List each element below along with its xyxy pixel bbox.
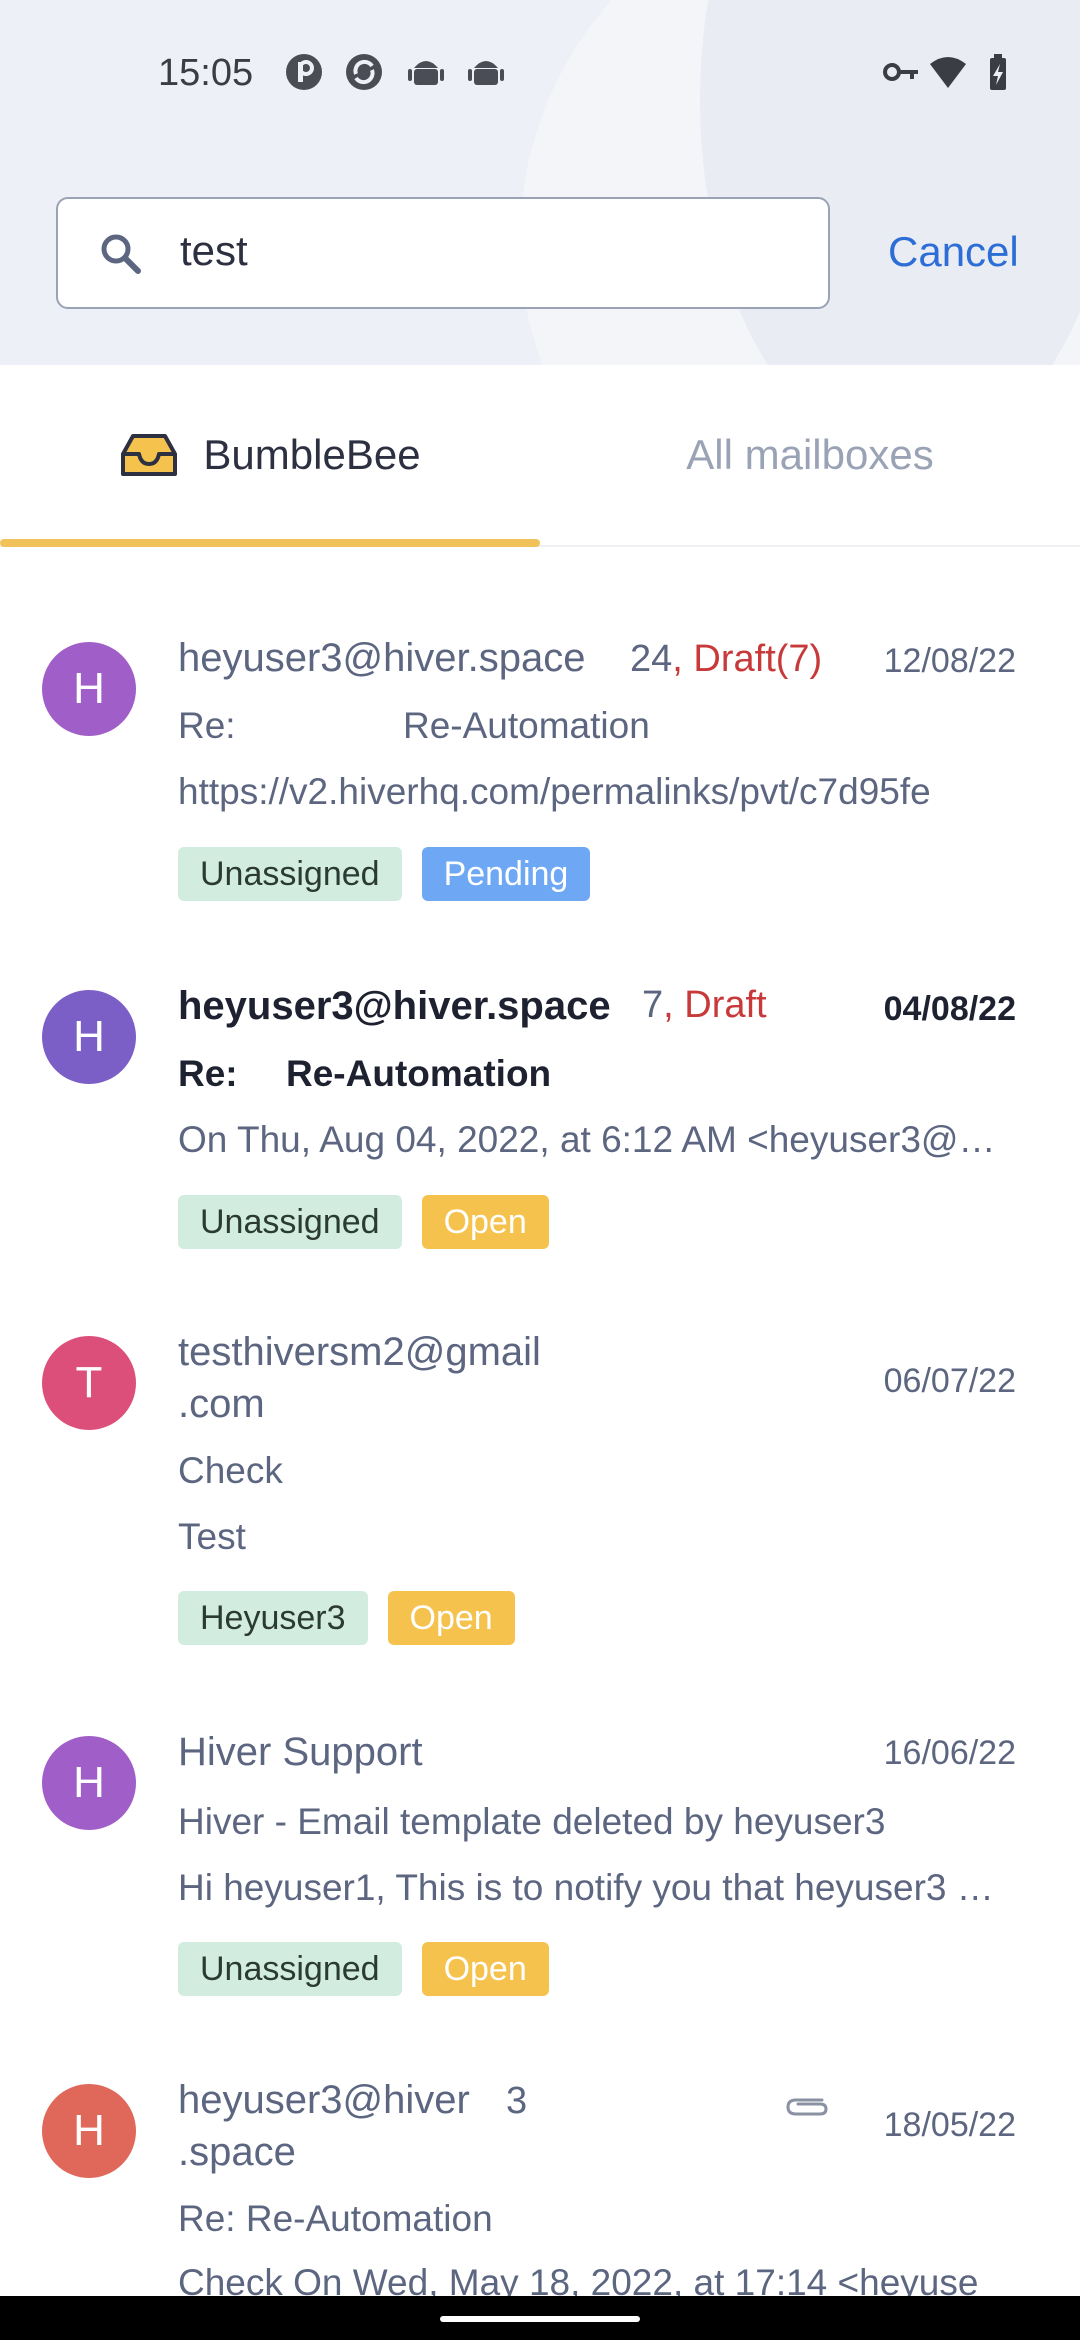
email-tags: Unassigned Open [178,1942,549,1996]
email-list-item[interactable]: T testhiversm2@gmail .com 06/07/22 Check… [0,1296,1080,1676]
wifi-icon [930,57,966,88]
tab-label: BumbleBee [203,431,421,478]
email-list-item[interactable]: H Hiver Support 16/06/22 Hiver - Email t… [0,1696,1080,2026]
email-subject: Re: Re-Automation [178,2198,493,2239]
email-subject: Hiver - Email template deleted by heyuse… [178,1801,886,1842]
active-tab-indicator [0,539,540,547]
status-time: 15:05 [158,52,254,94]
sync-icon [346,54,382,90]
status-badge: Open [387,1591,515,1645]
home-gesture-handle[interactable] [440,2316,640,2322]
cancel-button[interactable]: Cancel [888,228,1019,276]
email-date: 18/05/22 [883,2106,1016,2144]
email-subject: Check [178,1450,283,1491]
email-preview: On Thu, Aug 04, 2022, at 6:12 AM <heyuse… [178,1119,1008,1160]
search-header: 15:05 test Cancel [0,0,1080,365]
email-tags: Unassigned Open [178,1195,549,1249]
assignee-tag: Unassigned [178,1942,402,1996]
email-date: 12/08/22 [883,642,1016,680]
status-badge: Open [421,1942,549,1996]
email-sender-continued: .space [178,2130,296,2174]
email-subject: Re-Automation [403,705,650,746]
email-sender-continued: .com [178,1382,265,1426]
tab-label: All mailboxes [686,431,934,478]
email-preview: Test [178,1516,246,1557]
avatar: H [42,2084,136,2178]
tab-all-mailboxes[interactable]: All mailboxes [540,365,1080,545]
assignee-tag: Unassigned [178,847,402,901]
inbox-icon [121,434,178,476]
android-icon [468,61,504,85]
system-navigation-bar [0,2296,1080,2340]
email-date: 16/06/22 [883,1734,1016,1772]
email-list-item[interactable]: H heyuser3@hiver.space 7, Draft 04/08/22… [0,948,1080,1278]
search-icon [101,234,141,274]
email-list-item[interactable]: H heyuser3@hiver .space 3 18/05/22 Re: R… [0,2044,1080,2296]
email-tags: Heyuser3 Open [178,1591,515,1645]
email-subject: Re-Automation [286,1053,552,1094]
email-sender: heyuser3@hiver [178,2078,470,2122]
thread-count: 24, Draft(7) [630,638,823,680]
thread-count: 3 [506,2080,528,2122]
email-subject-prefix: Re: [178,705,236,746]
email-subject-prefix: Re: [178,1053,238,1094]
battery-charging-icon [990,54,1006,90]
mailbox-tabs: BumbleBee All mailboxes [0,365,1080,547]
android-icon [408,61,444,85]
email-preview: Check On Wed, May 18, 2022, at 17:14 <he… [178,2262,978,2296]
email-sender: Hiver Support [178,1730,423,1774]
email-sender: heyuser3@hiver.space [178,636,586,680]
email-sender: heyuser3@hiver.space [178,984,611,1028]
attachment-icon [786,2098,828,2116]
thread-count: 7, Draft [642,984,767,1026]
tab-bumblebee[interactable]: BumbleBee [0,365,540,547]
email-preview: https://v2.hiverhq.com/permalinks/pvt/c7… [178,771,931,812]
search-value[interactable]: test [180,227,248,275]
email-date: 04/08/22 [883,990,1016,1028]
avatar: H [42,642,136,736]
draft-indicator: Draft [684,984,767,1026]
avatar: T [42,1336,136,1430]
p-icon [286,54,322,90]
vpn-key-icon [883,63,918,81]
search-input[interactable]: test [56,197,830,309]
status-badge: Pending [421,847,591,901]
avatar: H [42,1736,136,1830]
draft-indicator: Draft(7) [693,638,823,680]
email-tags: Unassigned Pending [178,847,591,901]
assignee-tag: Heyuser3 [178,1591,368,1645]
email-date: 06/07/22 [883,1362,1016,1400]
assignee-tag: Unassigned [178,1195,402,1249]
email-list-item[interactable]: H heyuser3@hiver.space 24, Draft(7) 12/0… [0,600,1080,930]
status-bar: 15:05 [0,0,1080,150]
status-badge: Open [421,1195,549,1249]
email-preview: Hi heyuser1, This is to notify you that … [178,1867,1010,1908]
avatar: H [42,990,136,1084]
email-sender: testhiversm2@gmail [178,1330,541,1374]
